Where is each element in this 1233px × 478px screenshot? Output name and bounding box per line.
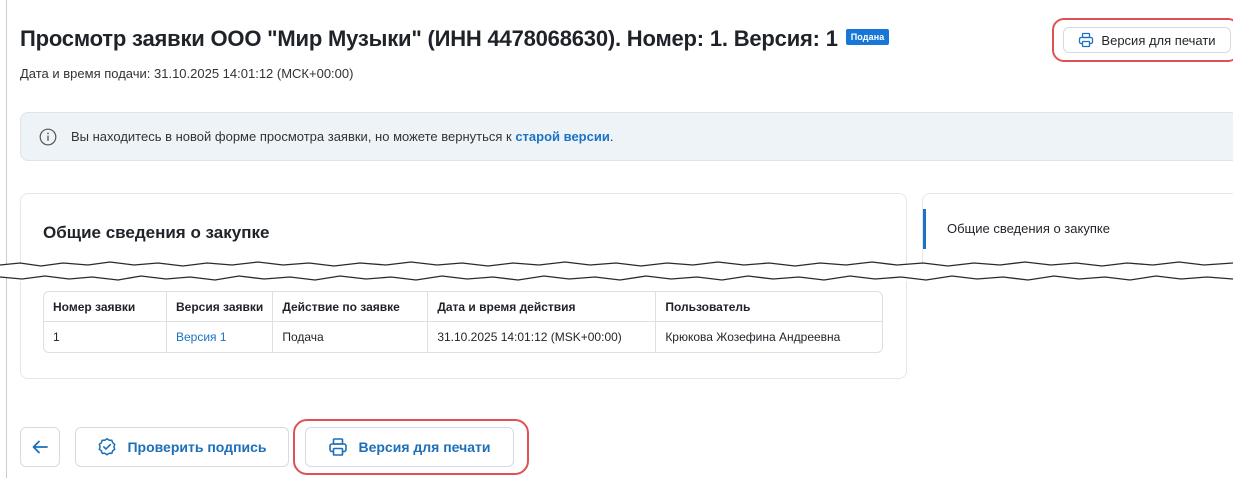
info-icon [39, 128, 57, 145]
page-left-border [6, 0, 7, 478]
print-version-button-top[interactable]: Версия для печати [1063, 27, 1231, 53]
print-version-button-bottom[interactable]: Версия для печати [305, 427, 514, 467]
print-version-label: Версия для печати [1101, 32, 1216, 48]
column-header-datetime: Дата и время действия [427, 292, 657, 322]
submission-datetime: Дата и время подачи: 31.10.2025 14:01:12… [20, 66, 354, 81]
cell-number: 1 [44, 321, 167, 352]
cell-datetime: 31.10.2025 14:01:12 (MSK+00:00) [427, 321, 657, 352]
printer-icon [329, 438, 348, 456]
badge-check-icon [99, 438, 116, 456]
column-header-action: Действие по заявке [272, 292, 429, 322]
printer-icon [1079, 32, 1094, 48]
banner-text: Вы находитесь в новой форме просмотра за… [71, 129, 613, 144]
side-nav-item-general-info[interactable]: Общие сведения о закупке [947, 221, 1110, 236]
section-title: Общие сведения о закупке [43, 223, 270, 242]
page-title-text: Просмотр заявки ООО "Мир Музыки" (ИНН 44… [20, 26, 838, 51]
old-version-link[interactable]: старой версии [515, 129, 610, 144]
info-banner: Вы находитесь в новой форме просмотра за… [20, 112, 1233, 161]
cell-user: Крюкова Жозефина Андреевна [665, 330, 841, 344]
submission-history-table: Номер заявки Версия заявки Действие по з… [43, 291, 883, 353]
cell-action: Подача [272, 321, 429, 352]
verify-signature-label: Проверить подпись [127, 439, 267, 455]
back-button[interactable] [20, 427, 60, 467]
verify-signature-button[interactable]: Проверить подпись [75, 427, 289, 467]
banner-text-start: Вы находитесь в новой форме просмотра за… [71, 129, 516, 144]
column-header-version: Версия заявки [166, 292, 274, 322]
arrow-left-icon [32, 440, 48, 454]
page-title: Просмотр заявки ООО "Мир Музыки" (ИНН 44… [20, 26, 890, 52]
table-row: 1 Версия 1 Подача 31.10.2025 14:01:12 (M… [44, 321, 882, 352]
print-version-label-bottom: Версия для печати [358, 439, 491, 455]
table-header-row: Номер заявки Версия заявки Действие по з… [44, 292, 882, 322]
side-nav-active-indicator [923, 209, 926, 249]
status-badge: Подана [845, 29, 890, 46]
version-link[interactable]: Версия 1 [166, 321, 274, 352]
column-header-number: Номер заявки [44, 292, 167, 322]
banner-text-end: . [609, 129, 614, 144]
column-header-user: Пользователь [655, 292, 882, 322]
